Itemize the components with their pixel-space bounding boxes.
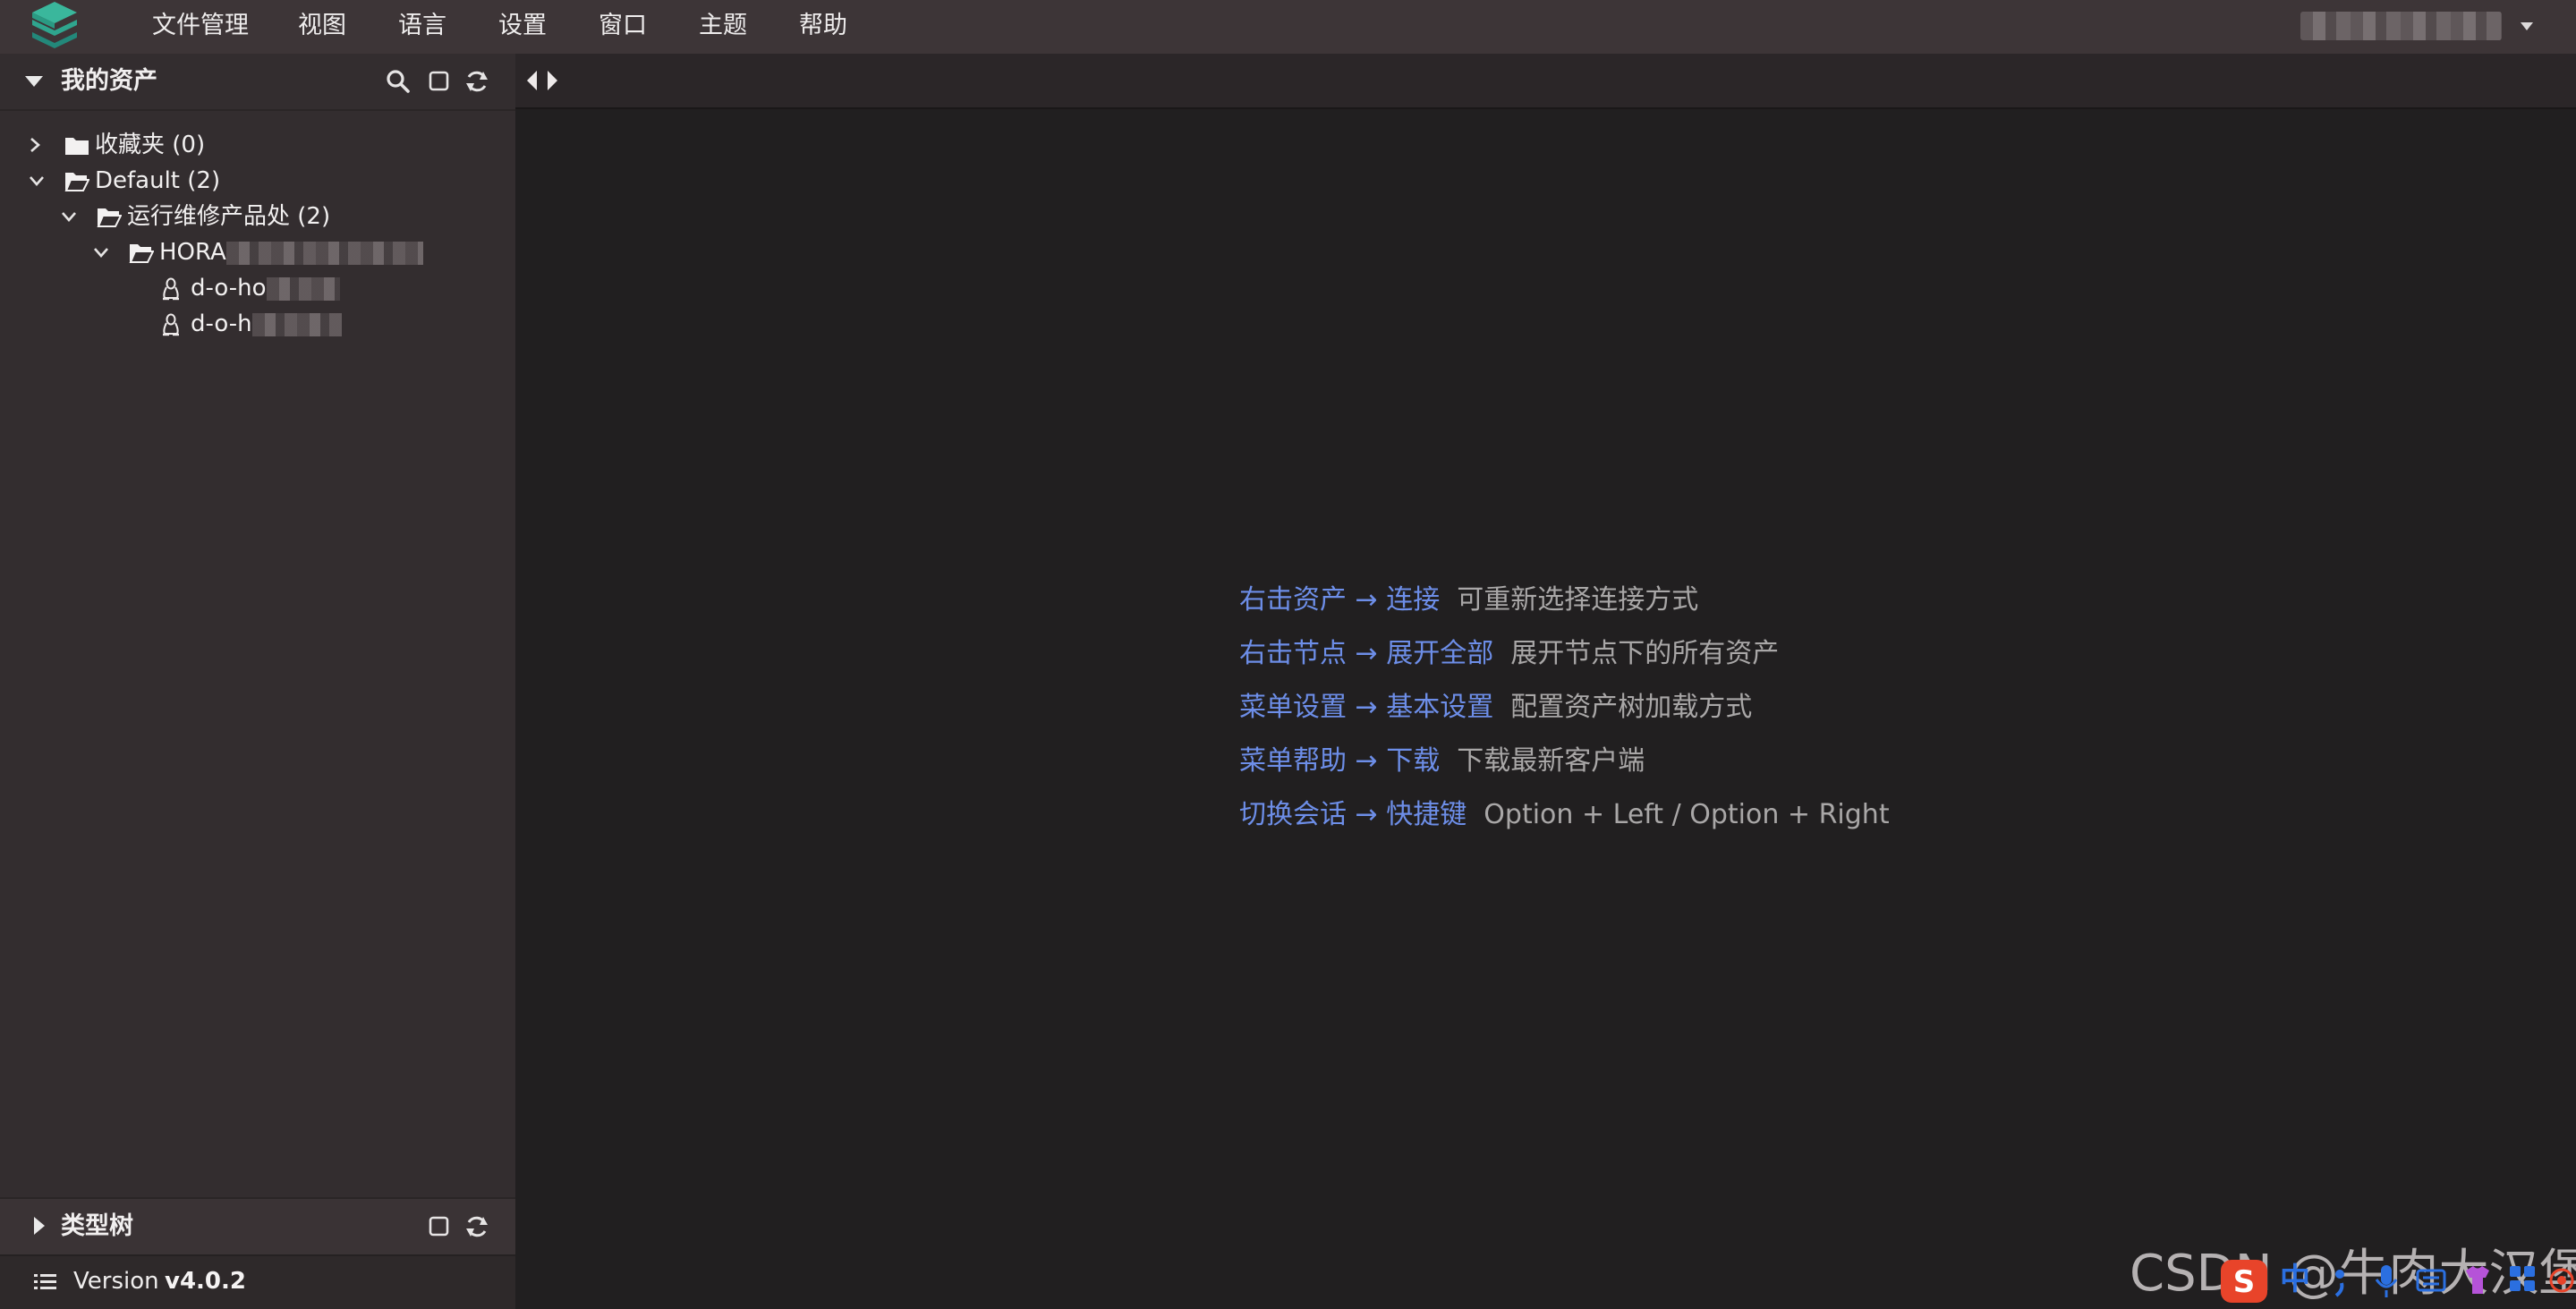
menu-settings[interactable]: 设置 xyxy=(498,10,547,42)
version-bar: Version v4.0.2 xyxy=(0,1254,515,1309)
tip-action: 右击资产 → 连接 xyxy=(1239,584,1441,616)
version-label: Version xyxy=(73,1268,159,1295)
tip-action: 右击节点 → 展开全部 xyxy=(1239,638,1494,669)
tree-label: Default (2) xyxy=(95,167,221,194)
punctuation-icon[interactable] xyxy=(2330,1265,2350,1297)
tree-asset-host1[interactable]: d-o-ho xyxy=(0,270,515,306)
ime-language-toggle[interactable]: 中 xyxy=(2280,1260,2310,1299)
ime-extra-icon[interactable] xyxy=(2548,1265,2575,1296)
caret-right-icon[interactable] xyxy=(34,1217,45,1235)
menu-window[interactable]: 窗口 xyxy=(599,10,647,42)
tip-description: Option + Left / Option + Right xyxy=(1484,799,1890,830)
tip-line: 菜单设置 → 基本设置 配置资产树加载方式 xyxy=(1239,690,1752,726)
chevron-right-icon[interactable] xyxy=(25,135,45,155)
tree-node-favorites[interactable]: 收藏夹 (0) xyxy=(0,127,515,163)
sogou-ime-icon[interactable]: S xyxy=(2219,1258,2269,1305)
tip-action: 菜单帮助 → 下载 xyxy=(1239,745,1441,777)
tip-line: 右击资产 → 连接 可重新选择连接方式 xyxy=(1239,582,1698,618)
tree-node-department[interactable]: 运行维修产品处 (2) xyxy=(0,199,515,234)
type-tree-header[interactable]: 类型树 xyxy=(0,1197,515,1256)
toolbox-icon[interactable] xyxy=(2507,1263,2538,1297)
tree-node-default[interactable]: Default (2) xyxy=(0,163,515,199)
caret-down-icon[interactable] xyxy=(25,76,43,87)
tree-label: d-o-h xyxy=(191,306,342,342)
linux-icon xyxy=(163,277,179,301)
refresh-icon[interactable] xyxy=(463,1213,490,1240)
tree-label-text: HORA xyxy=(159,239,226,266)
chevron-down-icon[interactable] xyxy=(27,171,47,191)
version-value: v4.0.2 xyxy=(165,1268,246,1295)
list-icon xyxy=(34,1274,56,1289)
tip-line: 右击节点 → 展开全部 展开节点下的所有资产 xyxy=(1239,636,1779,672)
microphone-icon[interactable] xyxy=(2373,1263,2400,1299)
tree-node-hora[interactable]: HORA xyxy=(0,234,515,270)
scroll-right-icon[interactable] xyxy=(546,70,558,91)
folder-open-icon xyxy=(64,173,89,191)
menu-view[interactable]: 视图 xyxy=(298,10,346,42)
folder-open-icon xyxy=(97,208,122,227)
folder-icon xyxy=(65,138,89,155)
tip-line: 菜单帮助 → 下载 下载最新客户端 xyxy=(1239,744,1645,779)
folder-open-icon xyxy=(129,244,154,263)
jumpserver-logo-icon xyxy=(32,2,77,48)
tip-action: 菜单设置 → 基本设置 xyxy=(1239,692,1494,723)
linux-icon xyxy=(163,313,179,336)
tip-description: 可重新选择连接方式 xyxy=(1457,584,1699,616)
tip-description: 下载最新客户端 xyxy=(1457,745,1645,777)
user-menu[interactable] xyxy=(2300,12,2533,40)
my-assets-header[interactable]: 我的资产 xyxy=(0,54,515,109)
scroll-left-icon[interactable] xyxy=(526,70,539,91)
tree-label-text: d-o-h xyxy=(191,310,252,337)
search-icon[interactable] xyxy=(385,68,412,95)
tree-label: HORA xyxy=(159,234,423,270)
collapse-square-icon[interactable] xyxy=(426,68,453,95)
redacted-text xyxy=(225,241,423,265)
menu-file[interactable]: 文件管理 xyxy=(152,10,249,42)
tree-label-text: d-o-ho xyxy=(191,275,267,302)
menu-help[interactable]: 帮助 xyxy=(799,10,847,42)
collapse-square-icon[interactable] xyxy=(426,1213,453,1240)
redacted-text xyxy=(251,312,342,336)
skin-icon[interactable] xyxy=(2462,1263,2493,1297)
menu-language[interactable]: 语言 xyxy=(398,10,446,42)
asset-sidebar: 我的资产 收藏夹 (0) Default (2) 运行维修产品处 (2) HOR… xyxy=(0,54,515,1309)
redacted-text xyxy=(266,276,340,301)
svg-text:S: S xyxy=(2233,1264,2256,1300)
type-tree-title: 类型树 xyxy=(61,1212,133,1240)
menu-theme[interactable]: 主题 xyxy=(699,10,747,42)
session-panel xyxy=(515,54,2576,1307)
tree-label: d-o-ho xyxy=(191,270,340,306)
menubar: 文件管理 视图 语言 设置 窗口 主题 帮助 xyxy=(0,0,2576,54)
ime-toolbar[interactable]: S 中 xyxy=(2219,1253,2576,1307)
caret-down-icon xyxy=(2521,22,2533,30)
tree-label: 收藏夹 (0) xyxy=(95,132,206,158)
my-assets-title: 我的资产 xyxy=(61,67,157,95)
tip-description: 展开节点下的所有资产 xyxy=(1510,638,1780,669)
user-avatar-name-redacted xyxy=(2300,12,2502,40)
tip-action: 切换会话 → 快捷键 xyxy=(1239,799,1467,830)
tree-label: 运行维修产品处 (2) xyxy=(127,203,331,230)
tip-line: 切换会话 → 快捷键 Option + Left / Option + Righ… xyxy=(1239,797,1890,833)
keyboard-icon[interactable] xyxy=(2416,1265,2446,1296)
chevron-down-icon[interactable] xyxy=(91,242,111,262)
chevron-down-icon[interactable] xyxy=(59,207,79,226)
refresh-icon[interactable] xyxy=(463,68,490,95)
divider xyxy=(0,109,515,111)
tip-description: 配置资产树加载方式 xyxy=(1510,692,1753,723)
session-tab-bar xyxy=(515,54,2576,109)
tree-asset-host2[interactable]: d-o-h xyxy=(0,306,515,342)
